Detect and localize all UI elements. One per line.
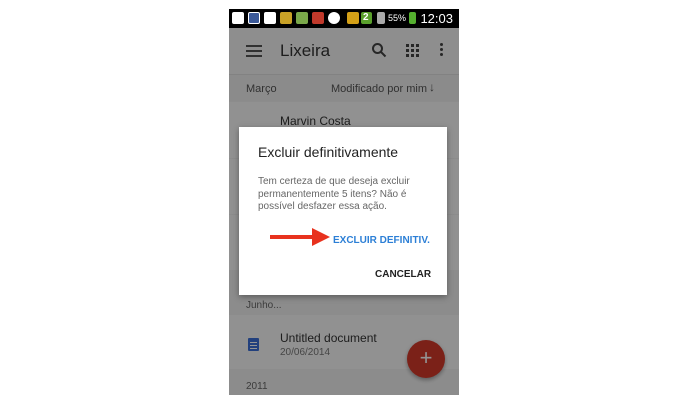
signal-icon [377, 12, 385, 24]
badge-count: 2 [361, 12, 372, 24]
battery-icon [409, 12, 416, 24]
clock-time: 12:03 [420, 11, 453, 26]
facebook-icon [248, 12, 260, 24]
game-icon-1 [280, 12, 292, 24]
status-bar: 2 55% 12:03 [229, 9, 459, 28]
windows-icon [264, 12, 276, 24]
badge-count-text: 2 [363, 12, 369, 23]
dialog-message: Tem certeza de que deseja excluir perman… [258, 176, 410, 212]
phone-screen: 2 55% 12:03 Lixeira Março Modificado por… [229, 9, 459, 395]
trophy-icon [347, 12, 359, 24]
annotation-arrow-icon [270, 228, 330, 246]
cancel-button[interactable]: CANCELAR [375, 269, 431, 280]
game-icon-3 [312, 12, 324, 24]
confirm-delete-dialog: Excluir definitivamente Tem certeza de q… [239, 127, 447, 295]
add-notification-icon [232, 12, 244, 24]
dialog-title: Excluir definitivamente [258, 144, 399, 160]
chat-icon [328, 12, 340, 24]
battery-percent: 55% [388, 13, 407, 23]
game-icon-2 [296, 12, 308, 24]
confirm-delete-button[interactable]: EXCLUIR DEFINITIV. [333, 235, 430, 246]
